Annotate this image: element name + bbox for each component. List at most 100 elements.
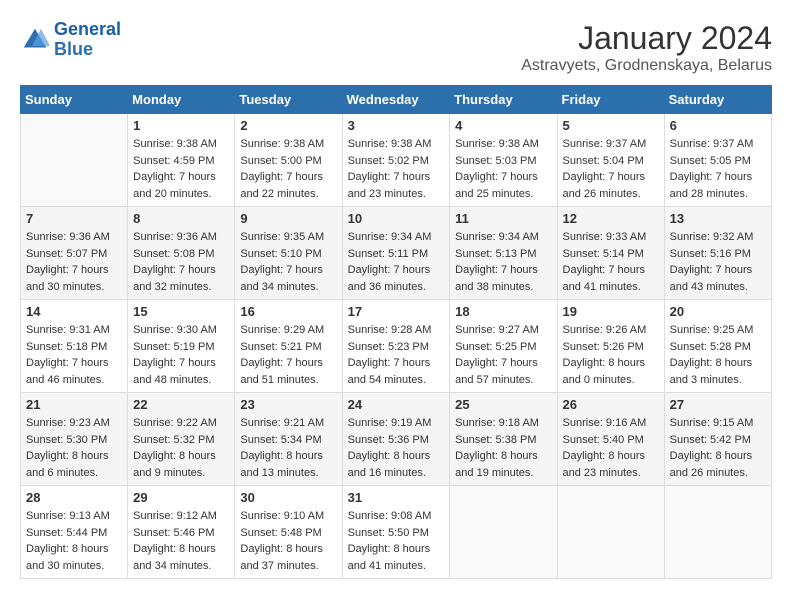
- calendar-cell: [21, 114, 128, 207]
- day-info-line: Daylight: 8 hours: [26, 541, 122, 558]
- day-info-line: Sunset: 5:07 PM: [26, 246, 122, 263]
- day-info-line: Sunrise: 9:33 AM: [563, 229, 659, 246]
- day-number: 12: [563, 211, 659, 226]
- day-info-line: Sunset: 5:44 PM: [26, 525, 122, 542]
- day-number: 15: [133, 304, 229, 319]
- header-wednesday: Wednesday: [342, 86, 450, 114]
- calendar-cell: 14Sunrise: 9:31 AMSunset: 5:18 PMDayligh…: [21, 300, 128, 393]
- day-info-line: Daylight: 7 hours: [348, 355, 445, 372]
- day-info-line: Daylight: 8 hours: [26, 448, 122, 465]
- calendar-cell: [450, 486, 557, 579]
- day-info-line: Sunset: 5:38 PM: [455, 432, 551, 449]
- day-info-line: and 30 minutes.: [26, 279, 122, 296]
- day-info-line: and 26 minutes.: [670, 465, 766, 482]
- day-number: 9: [240, 211, 336, 226]
- day-info-line: Sunset: 5:36 PM: [348, 432, 445, 449]
- day-info-line: Sunset: 5:08 PM: [133, 246, 229, 263]
- day-info-line: and 34 minutes.: [240, 279, 336, 296]
- title-block: January 2024 Astravyets, Grodnenskaya, B…: [521, 20, 772, 75]
- day-info-line: and 41 minutes.: [563, 279, 659, 296]
- day-info-line: Sunset: 5:03 PM: [455, 153, 551, 170]
- day-number: 23: [240, 397, 336, 412]
- day-info-line: Sunset: 5:34 PM: [240, 432, 336, 449]
- day-info-line: Sunrise: 9:30 AM: [133, 322, 229, 339]
- day-info-line: Sunset: 5:28 PM: [670, 339, 766, 356]
- day-number: 28: [26, 490, 122, 505]
- calendar-cell: 26Sunrise: 9:16 AMSunset: 5:40 PMDayligh…: [557, 393, 664, 486]
- calendar-cell: 15Sunrise: 9:30 AMSunset: 5:19 PMDayligh…: [128, 300, 235, 393]
- day-info-line: and 37 minutes.: [240, 558, 336, 575]
- day-number: 4: [455, 118, 551, 133]
- day-number: 25: [455, 397, 551, 412]
- day-info-line: Daylight: 7 hours: [348, 262, 445, 279]
- day-info-line: Daylight: 8 hours: [348, 448, 445, 465]
- day-info-line: Daylight: 7 hours: [26, 262, 122, 279]
- day-number: 16: [240, 304, 336, 319]
- day-info-line: Sunset: 5:02 PM: [348, 153, 445, 170]
- calendar-week-3: 14Sunrise: 9:31 AMSunset: 5:18 PMDayligh…: [21, 300, 772, 393]
- day-info-line: and 48 minutes.: [133, 372, 229, 389]
- day-info-line: and 46 minutes.: [26, 372, 122, 389]
- header-thursday: Thursday: [450, 86, 557, 114]
- calendar-cell: 3Sunrise: 9:38 AMSunset: 5:02 PMDaylight…: [342, 114, 450, 207]
- calendar-cell: 25Sunrise: 9:18 AMSunset: 5:38 PMDayligh…: [450, 393, 557, 486]
- calendar-cell: 5Sunrise: 9:37 AMSunset: 5:04 PMDaylight…: [557, 114, 664, 207]
- calendar-cell: 2Sunrise: 9:38 AMSunset: 5:00 PMDaylight…: [235, 114, 342, 207]
- day-info-line: Sunset: 5:18 PM: [26, 339, 122, 356]
- day-info-line: Daylight: 8 hours: [240, 448, 336, 465]
- calendar-cell: 13Sunrise: 9:32 AMSunset: 5:16 PMDayligh…: [664, 207, 771, 300]
- day-info-line: Sunrise: 9:37 AM: [563, 136, 659, 153]
- day-info-line: Sunrise: 9:31 AM: [26, 322, 122, 339]
- day-info-line: and 23 minutes.: [348, 186, 445, 203]
- day-number: 7: [26, 211, 122, 226]
- day-info-line: Sunrise: 9:18 AM: [455, 415, 551, 432]
- day-info-line: Sunset: 5:00 PM: [240, 153, 336, 170]
- day-info-line: and 28 minutes.: [670, 186, 766, 203]
- calendar-cell: 7 Sunrise: 9:36 AMSunset: 5:07 PMDaylight…: [21, 207, 128, 300]
- calendar-cell: [664, 486, 771, 579]
- day-info-line: Daylight: 8 hours: [670, 355, 766, 372]
- day-info-line: Sunset: 5:40 PM: [563, 432, 659, 449]
- logo-text: General Blue: [54, 20, 121, 60]
- day-info-line: Sunset: 5:23 PM: [348, 339, 445, 356]
- day-info-line: Sunset: 5:14 PM: [563, 246, 659, 263]
- header-friday: Friday: [557, 86, 664, 114]
- day-number: 29: [133, 490, 229, 505]
- day-info-line: Sunrise: 9:36 AM: [26, 229, 122, 246]
- day-info-line: and 38 minutes.: [455, 279, 551, 296]
- day-info-line: Sunrise: 9:34 AM: [348, 229, 445, 246]
- day-info-line: Daylight: 8 hours: [240, 541, 336, 558]
- day-number: 11: [455, 211, 551, 226]
- day-info-line: Daylight: 7 hours: [670, 169, 766, 186]
- day-info-line: Sunrise: 9:36 AM: [133, 229, 229, 246]
- day-info-line: Sunrise: 9:34 AM: [455, 229, 551, 246]
- day-info-line: and 36 minutes.: [348, 279, 445, 296]
- day-info-line: Sunrise: 9:21 AM: [240, 415, 336, 432]
- day-info-line: Daylight: 8 hours: [133, 541, 229, 558]
- day-number: 26: [563, 397, 659, 412]
- logo: General Blue: [20, 20, 121, 60]
- day-info-line: Sunset: 5:50 PM: [348, 525, 445, 542]
- day-info-line: Sunrise: 9:13 AM: [26, 508, 122, 525]
- day-info-line: Sunrise: 9:10 AM: [240, 508, 336, 525]
- day-info-line: Sunrise: 9:08 AM: [348, 508, 445, 525]
- logo-blue: Blue: [54, 40, 121, 60]
- calendar-cell: 29Sunrise: 9:12 AMSunset: 5:46 PMDayligh…: [128, 486, 235, 579]
- calendar-cell: 6Sunrise: 9:37 AMSunset: 5:05 PMDaylight…: [664, 114, 771, 207]
- day-number: 2: [240, 118, 336, 133]
- day-info-line: Daylight: 7 hours: [455, 169, 551, 186]
- day-info-line: and 54 minutes.: [348, 372, 445, 389]
- day-number: 10: [348, 211, 445, 226]
- calendar-cell: 4 Sunrise: 9:38 AMSunset: 5:03 PMDaylight…: [450, 114, 557, 207]
- calendar-cell: 21Sunrise: 9:23 AMSunset: 5:30 PMDayligh…: [21, 393, 128, 486]
- day-info-line: Sunrise: 9:27 AM: [455, 322, 551, 339]
- day-info-line: Sunset: 5:13 PM: [455, 246, 551, 263]
- calendar-cell: 28 Sunrise: 9:13 AMSunset: 5:44 PMDayligh…: [21, 486, 128, 579]
- page-title: January 2024: [521, 20, 772, 57]
- day-info-line: Sunrise: 9:38 AM: [455, 136, 551, 153]
- day-info-line: and 19 minutes.: [455, 465, 551, 482]
- day-info-line: and 30 minutes.: [26, 558, 122, 575]
- day-info-line: Daylight: 7 hours: [133, 262, 229, 279]
- day-number: 30: [240, 490, 336, 505]
- day-info-line: Sunrise: 9:23 AM: [26, 415, 122, 432]
